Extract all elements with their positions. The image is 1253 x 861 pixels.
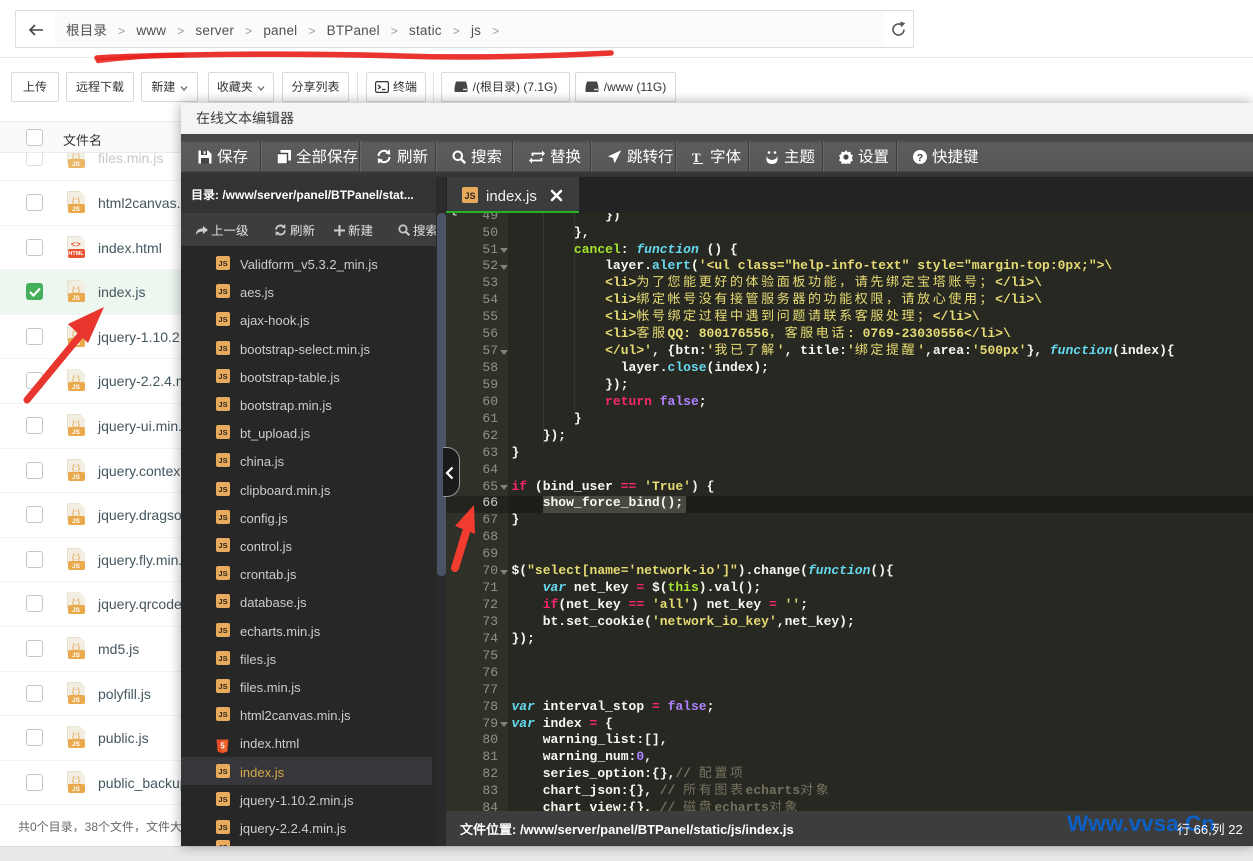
svg-text:5: 5: [220, 742, 225, 751]
svg-text:?: ?: [917, 152, 923, 164]
svg-text:T: T: [692, 151, 701, 164]
